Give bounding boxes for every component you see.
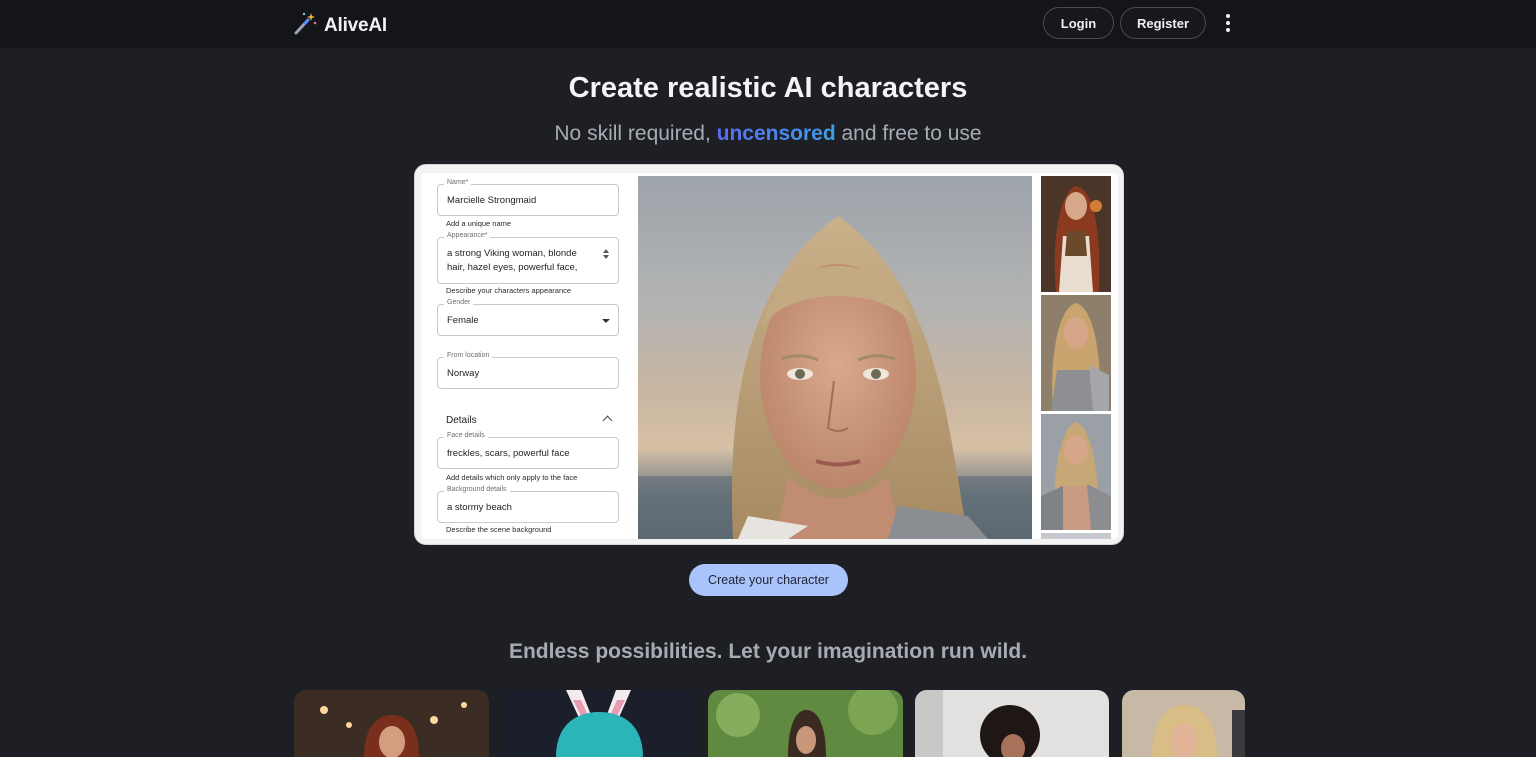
location-field: From location Norway [437,352,619,389]
name-field: Name* Marcielle Strongmaid [437,179,619,216]
character-form-preview: Name* Marcielle Strongmaid Add a unique … [421,173,633,539]
gender-field-value: Female [447,315,479,326]
magic-wand-icon [292,10,318,41]
login-button[interactable]: Login [1043,7,1114,39]
face-helper-text: Add details which only apply to the face [446,473,578,482]
thumbnail-image[interactable] [1041,295,1111,411]
appearance-helper-text: Describe your characters appearance [446,286,572,295]
dropdown-caret-icon [602,319,610,323]
gender-select: Gender Female [437,299,619,336]
appearance-field: Appearance* a strong Viking woman, blond… [437,232,619,284]
details-section-heading: Details [446,415,477,426]
hero-title: Create realistic AI characters [568,72,968,104]
face-details-label: Face details [444,432,488,439]
app-preview-content: Name* Marcielle Strongmaid Add a unique … [421,173,1118,539]
hero-subtitle-start: No skill required, [554,122,717,145]
app-preview-frame: Name* Marcielle Strongmaid Add a unique … [414,164,1124,545]
top-nav-bar: AliveAI Login Register [0,0,1536,48]
thumbnail-image[interactable] [1041,414,1111,530]
name-field-label: Name* [444,179,472,186]
background-details-field: Background details a stormy beach [437,486,619,523]
gallery-card[interactable] [294,690,489,757]
background-details-label: Background details [444,486,510,493]
location-field-label: From location [444,352,493,359]
appearance-field-label: Appearance* [444,232,491,239]
brand-logo[interactable]: AliveAI [292,10,387,41]
location-field-value: Norway [447,368,480,379]
gallery-heading: Endless possibilities. Let your imaginat… [508,640,1028,663]
generated-portrait-image [638,176,1032,539]
textarea-resize-icon [601,247,610,273]
kebab-menu-icon[interactable] [1220,12,1236,34]
chevron-up-icon [602,415,613,426]
thumbnail-strip [1041,176,1111,539]
background-helper-text: Describe the scene background [446,525,552,534]
register-button[interactable]: Register [1120,7,1206,39]
name-helper-text: Add a unique name [446,219,512,228]
gallery-card[interactable] [708,690,903,757]
gender-field-label: Gender [444,299,474,306]
thumbnail-image[interactable] [1041,533,1111,539]
appearance-line-1: a strong Viking woman, blonde [447,248,577,259]
face-details-value: freckles, scars, powerful face [447,448,570,459]
gallery-card[interactable] [501,690,696,757]
name-field-value: Marcielle Strongmaid [447,195,537,206]
hero-subtitle: No skill required, uncensored and free t… [0,122,1536,146]
create-character-button[interactable]: Create your character [689,564,848,596]
gallery-card[interactable] [915,690,1109,757]
appearance-line-2: hair, hazel eyes, powerful face, [447,262,578,273]
brand-name: AliveAI [324,14,388,36]
hero-subtitle-end: and free to use [835,122,982,145]
background-details-value: a stormy beach [447,502,512,513]
hero-subtitle-accent: uncensored [716,122,836,145]
gallery-card[interactable] [1122,690,1245,757]
thumbnail-image[interactable] [1041,176,1111,292]
face-details-field: Face details freckles, scars, powerful f… [437,432,619,469]
